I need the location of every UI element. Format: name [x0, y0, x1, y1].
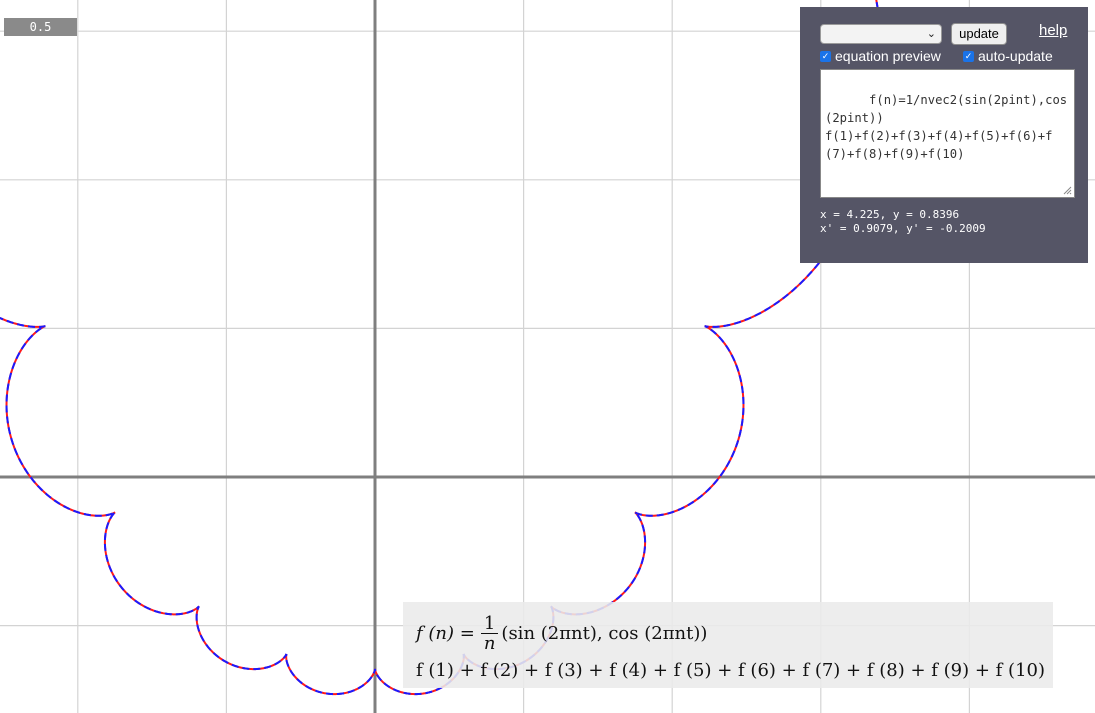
update-button[interactable]: update [951, 23, 1007, 45]
auto-update-checkbox[interactable]: ✓ [963, 50, 974, 62]
preview-rhs: (sin (2πnt), cos (2πnt)) [501, 623, 708, 644]
equation-preview-label: equation preview [835, 48, 941, 64]
graph-canvas[interactable]: 0.5 ⌄ update help ✓ equation preview ✓ a… [0, 0, 1095, 713]
preset-select[interactable]: ⌄ [820, 24, 942, 44]
preview-fraction: 1 n [480, 614, 499, 654]
derivative-coordinates: x' = 0.9079, y' = -0.2009 [820, 222, 986, 235]
chevron-down-icon: ⌄ [926, 27, 936, 40]
scale-label: 0.5 [4, 18, 77, 36]
preview-sum: f (1) + f (2) + f (3) + f (4) + f (5) + … [416, 660, 1045, 681]
auto-update-label: auto-update [978, 48, 1053, 64]
equation-preview: f (n) = 1 n (sin (2πnt), cos (2πnt)) f (… [403, 602, 1053, 688]
fraction-denominator: n [483, 633, 496, 654]
cursor-coordinates: x = 4.225, y = 0.8396 [820, 208, 960, 221]
curve [0, 0, 884, 696]
help-link[interactable]: help [1039, 22, 1067, 39]
curve-trace-secondary [0, 0, 884, 696]
equation-preview-checkbox[interactable]: ✓ [820, 50, 831, 62]
preview-lhs: f (n) = [416, 623, 475, 644]
resize-grip-icon[interactable] [1063, 186, 1072, 195]
fraction-numerator: 1 [480, 614, 499, 634]
auto-update-option[interactable]: ✓ auto-update [963, 48, 1053, 64]
equation-preview-option[interactable]: ✓ equation preview [820, 48, 941, 64]
control-panel: ⌄ update help ✓ equation preview ✓ auto-… [800, 7, 1088, 263]
preview-definition: f (n) = 1 n (sin (2πnt), cos (2πnt)) [416, 614, 707, 653]
equation-editor-text: f(n)=1/nvec2(sin(2pint),cos(2pint)) f(1)… [825, 93, 1068, 161]
equation-editor[interactable]: f(n)=1/nvec2(sin(2pint),cos(2pint)) f(1)… [820, 69, 1075, 198]
curve-trace-primary [0, 0, 884, 696]
